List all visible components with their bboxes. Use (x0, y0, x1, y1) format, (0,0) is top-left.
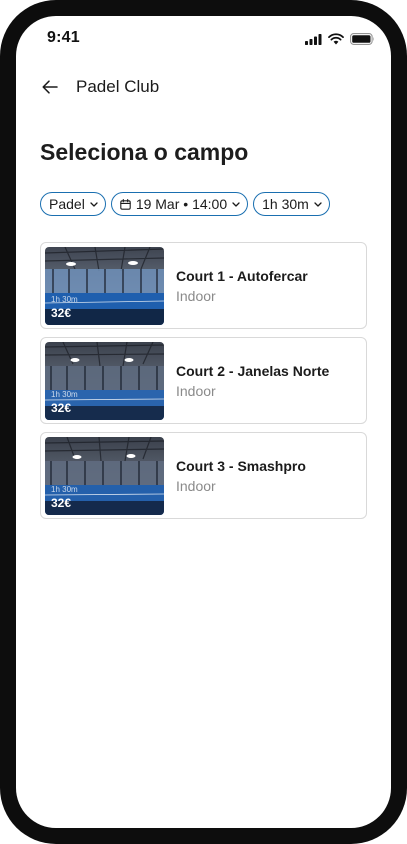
court-type: Indoor (176, 288, 216, 304)
sport-filter-chip[interactable]: Padel (40, 192, 106, 216)
court-duration: 1h 30m (51, 390, 78, 399)
wifi-icon (328, 32, 344, 50)
phone-frame: 9:41 Padel Club Seleciona o campo Padel … (0, 0, 407, 844)
datetime-filter-chip[interactable]: 19 Mar • 14:00 (110, 192, 249, 216)
court-price: 32€ (51, 306, 72, 320)
court-type: Indoor (176, 478, 216, 494)
court-type: Indoor (176, 383, 216, 399)
court-duration: 1h 30m (51, 485, 78, 494)
court-photo: 1h 30m 32€ (45, 247, 164, 325)
court-card-1[interactable]: 1h 30m 32€ Court 1 - Autofercar Indoor (40, 242, 367, 329)
court-card-2[interactable]: 1h 30m 32€ Court 2 - Janelas Norte Indoo… (40, 337, 367, 424)
status-icons (305, 32, 375, 50)
court-card-3[interactable]: 1h 30m 32€ Court 3 - Smashpro Indoor (40, 432, 367, 519)
duration-filter-chip[interactable]: 1h 30m (253, 192, 330, 216)
header: Padel Club (40, 76, 159, 98)
court-name: Court 2 - Janelas Norte (176, 363, 330, 379)
sport-filter-label: Padel (49, 196, 85, 212)
court-photo: 1h 30m 32€ (45, 342, 164, 420)
court-photo: 1h 30m 32€ (45, 437, 164, 515)
datetime-filter-label: 19 Mar • 14:00 (135, 196, 228, 212)
app-screen: 9:41 Padel Club Seleciona o campo Padel … (16, 16, 391, 828)
back-button[interactable] (40, 76, 60, 98)
court-price: 32€ (51, 496, 72, 510)
header-title: Padel Club (76, 77, 160, 96)
chevron-down-icon (90, 201, 98, 207)
status-bar: 9:41 (16, 16, 391, 60)
calendar-icon (120, 198, 131, 210)
duration-filter-label: 1h 30m (262, 196, 309, 212)
status-time: 9:41 (47, 29, 80, 46)
page-title: Seleciona o campo (40, 139, 249, 165)
chevron-down-icon (314, 201, 322, 207)
battery-icon (350, 32, 375, 50)
court-name: Court 1 - Autofercar (176, 268, 308, 284)
filter-bar: Padel 19 Mar • 14:00 1h 30m (40, 192, 330, 216)
court-name: Court 3 - Smashpro (176, 458, 306, 474)
court-list: 1h 30m 32€ Court 1 - Autofercar Indoor 1… (40, 242, 367, 527)
court-duration: 1h 30m (51, 295, 78, 304)
court-price: 32€ (51, 401, 72, 415)
arrow-left-icon (42, 80, 58, 94)
signal-icon (305, 32, 322, 50)
chevron-down-icon (232, 201, 240, 207)
